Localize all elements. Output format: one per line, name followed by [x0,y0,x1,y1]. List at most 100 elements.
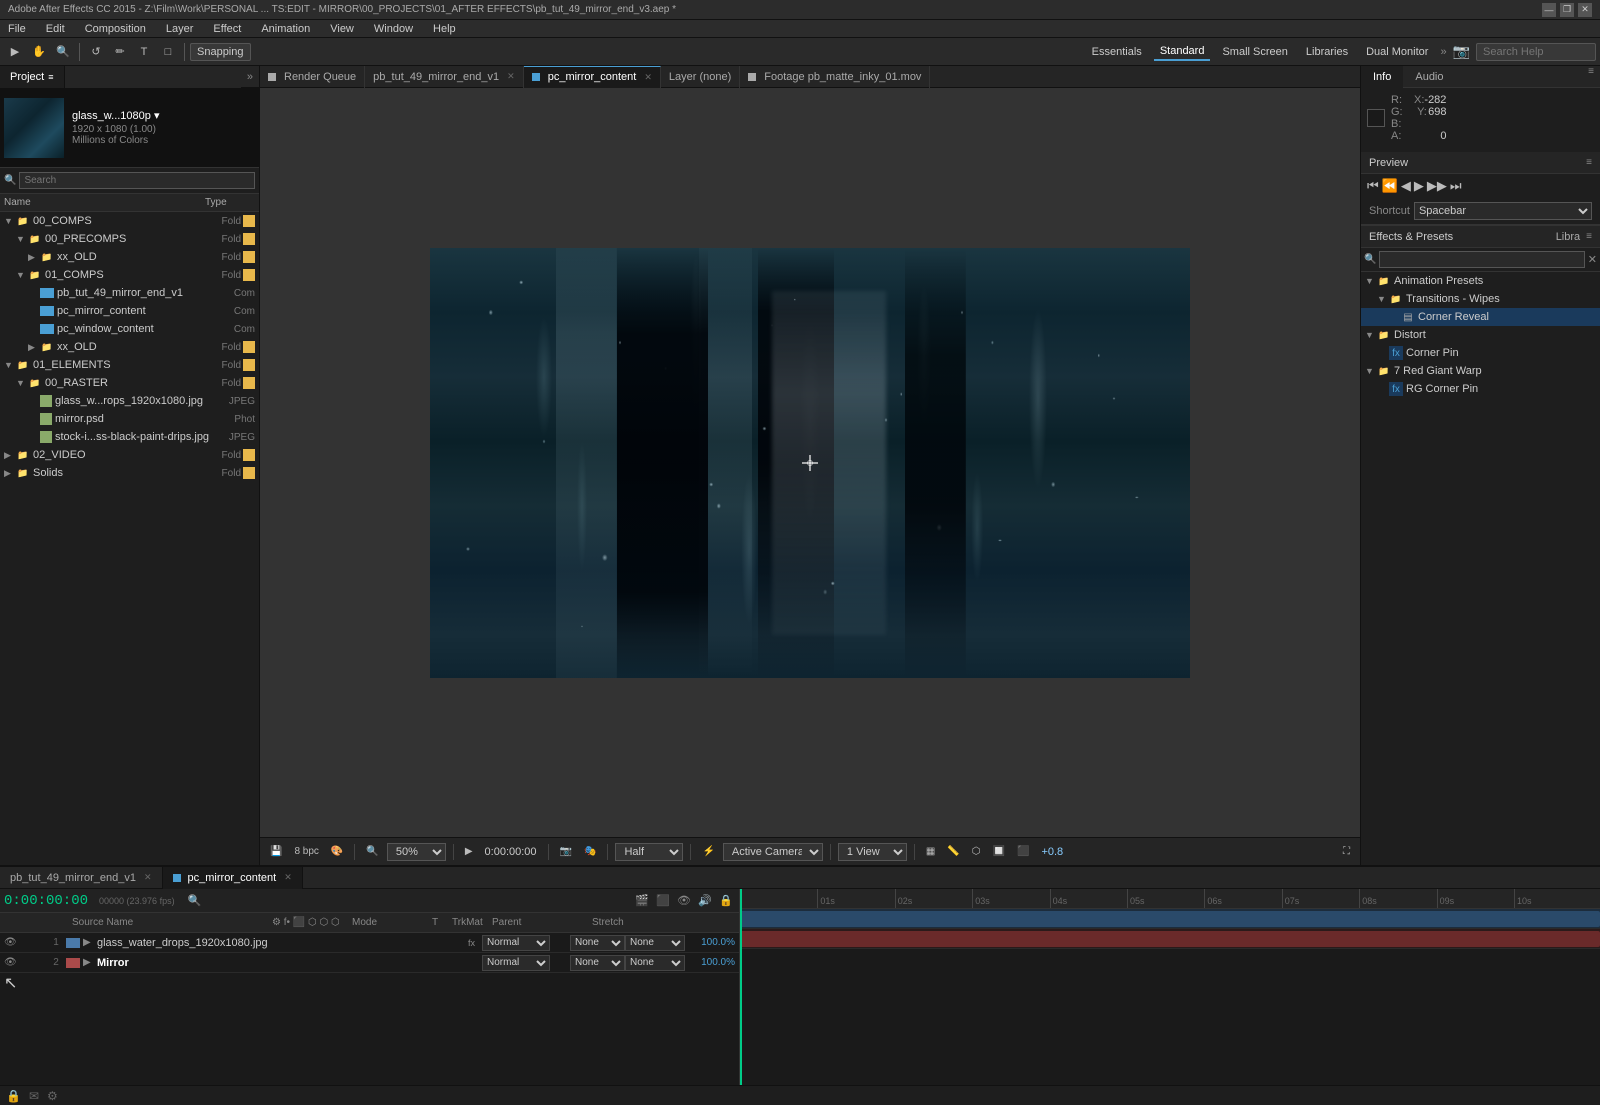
audio-tab[interactable]: Audio [1403,66,1455,88]
viewer-zoom-select[interactable]: 50% 100% 25% [387,843,446,861]
layer-2-trimat[interactable]: None [570,955,625,971]
tree-item-pcwindow[interactable]: pc_window_content Com [0,320,259,338]
timeline-comp-btn[interactable]: 🎬 [633,892,651,910]
tree-item-xxold[interactable]: ▶ 📁 xx_OLD Fold [0,248,259,266]
tree-item-01elements[interactable]: ▼ 📁 01_ELEMENTS Fold [0,356,259,374]
minimize-button[interactable]: — [1542,3,1556,17]
layer-track-1[interactable] [740,909,1600,929]
tree-item-mirrorpsd[interactable]: mirror.psd Phot [0,410,259,428]
timeline-shy-btn[interactable]: 👁 [675,892,693,910]
effects-animation-presets[interactable]: ▼ 📁 Animation Presets [1361,272,1600,290]
tree-item-glassjpg[interactable]: glass_w...rops_1920x1080.jpg JPEG [0,392,259,410]
layer-row-2[interactable]: 👁 2 ▶ Mirror Normal None [0,953,739,973]
viewer-snapshot-btn[interactable]: 📷 [556,844,576,859]
tree-item-02video[interactable]: ▶ 📁 02_VIDEO Fold [0,446,259,464]
layer-2-mode-select[interactable]: Normal [482,955,550,971]
timeline-timecode[interactable]: 0:00:00:00 [4,893,88,909]
viewer-color-mgmt-btn[interactable]: 🎨 [327,844,347,859]
layer-1-eye[interactable]: 👁 [4,937,18,948]
timeline-search-btn[interactable]: 🔍 [186,892,204,910]
tree-item-pbtut49[interactable]: pb_tut_49_mirror_end_v1 Com [0,284,259,302]
workspace-dualmonitor[interactable]: Dual Monitor [1360,44,1434,60]
menu-layer[interactable]: Layer [162,23,198,35]
menu-animation[interactable]: Animation [257,23,314,35]
timeline-tab-1-close[interactable]: ✕ [284,872,292,883]
layer-2-parent[interactable]: None [625,955,685,971]
effects-lib-btn[interactable]: Libra [1556,231,1580,243]
tree-item-00raster[interactable]: ▼ 📁 00_RASTER Fold [0,374,259,392]
info-menu-icon[interactable]: ≡ [1582,66,1600,87]
viewer-save-frame-btn[interactable]: 💾 [266,844,286,859]
viewer-3d-btn[interactable]: ⬛ [1013,844,1033,859]
preview-play-back-btn[interactable]: ◀ [1401,178,1411,194]
tree-item-xxold2[interactable]: ▶ 📁 xx_OLD Fold [0,338,259,356]
viewer-ruler-btn[interactable]: 📏 [943,844,963,859]
layer-2-mode[interactable]: Normal [482,955,550,971]
layer-1-trimat[interactable]: None [570,935,625,951]
effects-search-clear[interactable]: ✕ [1588,253,1597,266]
toolbar-rotate-tool[interactable]: ↺ [85,41,107,63]
workspace-standard[interactable]: Standard [1154,43,1211,61]
preview-play-forward-btn[interactable]: ▶▶ [1427,178,1447,194]
viewer-play-btn[interactable]: ▶ [461,844,477,859]
tree-item-00comps[interactable]: ▼ 📁 00_COMPS Fold [0,212,259,230]
tree-item-stockjpg[interactable]: stock-i...ss-black-paint-drips.jpg JPEG [0,428,259,446]
layer-1-parent[interactable]: None [625,935,685,951]
timeline-tab-0-close[interactable]: ✕ [144,872,152,883]
shortcut-select[interactable]: Spacebar Numpad 0 [1414,202,1592,220]
menu-effect[interactable]: Effect [209,23,245,35]
layer-2-parent-select[interactable]: None [625,955,685,971]
workspace-smallscreen[interactable]: Small Screen [1216,44,1293,60]
tree-item-01comps[interactable]: ▼ 📁 01_COMPS Fold [0,266,259,284]
search-input[interactable] [1476,43,1596,61]
comp-tab-0-close[interactable]: ✕ [507,71,515,82]
composition-viewer[interactable] [260,88,1360,837]
status-icon-settings[interactable]: ⚙ [47,1089,58,1103]
effects-search-input[interactable]: corner [1379,251,1584,268]
toolbar-shape-tool[interactable]: □ [157,41,179,63]
timeline-solo-btn[interactable]: 🔊 [696,892,714,910]
layer-1-arrow[interactable]: ▶ [83,937,97,948]
comp-tab-1-close[interactable]: ✕ [644,72,652,83]
panel-expand-btn[interactable]: » [241,71,259,83]
tree-col-name-header[interactable]: Name [4,197,205,208]
menu-composition[interactable]: Composition [81,23,150,35]
layer-1-trimat-select[interactable]: None [570,935,625,951]
viewer-fast-preview-btn[interactable]: ⚡ [698,844,718,859]
tree-item-solids[interactable]: ▶ 📁 Solids Fold [0,464,259,482]
layer-2-eye[interactable]: 👁 [4,957,18,968]
menu-window[interactable]: Window [370,23,417,35]
viewer-camera-select[interactable]: Active Camera [723,843,823,861]
viewer-zoom-out-btn[interactable]: 🔍 [362,844,382,859]
status-icon-lock[interactable]: 🔒 [6,1089,21,1103]
layer-1-parent-select[interactable]: None [625,935,685,951]
layer-1-opacity[interactable]: 100.0% [685,937,735,948]
viewer-bpc-btn[interactable]: 8 bpc [290,844,322,859]
close-button[interactable]: ✕ [1578,3,1592,17]
toolbar-pen-tool[interactable]: ✏ [109,41,131,63]
tree-item-00precomps[interactable]: ▼ 📁 00_PRECOMPS Fold [0,230,259,248]
viewer-show-channel-btn[interactable]: 🎭 [580,844,600,859]
timeline-tab-pbtut[interactable]: pb_tut_49_mirror_end_v1 ✕ [0,867,163,889]
effects-transitions-wipes[interactable]: ▼ 📁 Transitions - Wipes [1361,290,1600,308]
layer-row-1[interactable]: 👁 1 ▶ glass_water_drops_1920x1080.jpg fx… [0,933,739,953]
effects-red-giant-warp[interactable]: ▼ 📁 7 Red Giant Warp [1361,362,1600,380]
viewer-mask-btn[interactable]: ⬡ [968,844,985,859]
layer-1-mode-select[interactable]: Normal [482,935,550,951]
menu-edit[interactable]: Edit [42,23,69,35]
workspace-essentials[interactable]: Essentials [1086,44,1148,60]
viewer-resolution-select[interactable]: Half Full Quarter [615,843,683,861]
viewer-render-btn[interactable]: 🔲 [989,844,1009,859]
maximize-button[interactable]: ❐ [1560,3,1574,17]
preview-menu-icon[interactable]: ≡ [1586,157,1592,168]
timeline-lock-btn[interactable]: 🔒 [717,892,735,910]
toolbar-hand-tool[interactable]: ✋ [28,41,50,63]
pc-mirror-comp-tab[interactable]: pc_mirror_content ✕ [524,66,661,88]
preview-play-btn[interactable]: ▶ [1414,178,1424,194]
effects-menu-icon[interactable]: ≡ [1586,231,1592,243]
project-filename[interactable]: glass_w...1080p ▾ [72,109,159,122]
project-search-input[interactable] [19,172,255,189]
render-queue-tab[interactable]: Render Queue [260,66,365,88]
timeline-tab-pcmirror[interactable]: pc_mirror_content ✕ [163,867,303,889]
pb-tut-comp-tab[interactable]: pb_tut_49_mirror_end_v1 ✕ [365,66,524,88]
